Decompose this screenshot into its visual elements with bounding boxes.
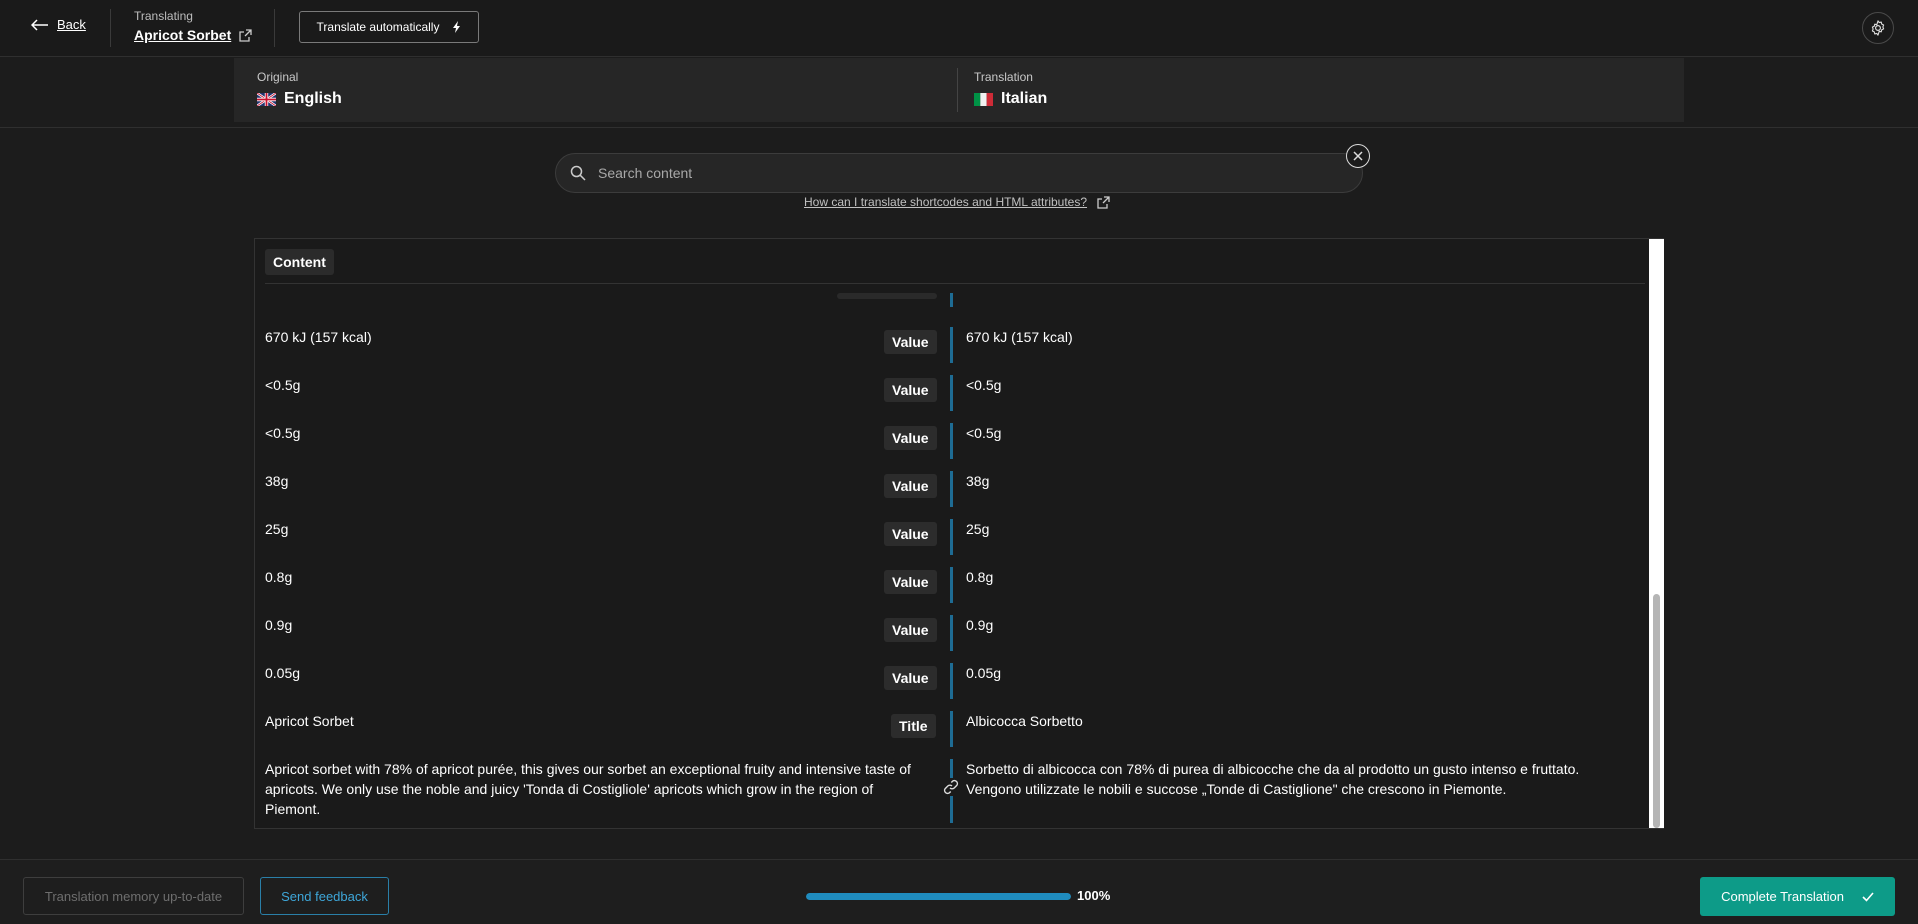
clear-search-button[interactable] [1346,144,1370,168]
search-bar [555,153,1363,193]
target-text[interactable]: 25g [966,519,989,539]
help-link[interactable]: How can I translate shortcodes and HTML … [804,195,1110,209]
content-panel: Content 670 kJ (157 kcal) Value 670 kJ (… [254,238,1664,829]
progress-bar [806,893,1071,900]
translating-info: Translating Apricot Sorbet [134,9,252,43]
original-language: Original English [257,70,342,108]
translation-memory-button: Translation memory up-to-date [23,877,244,915]
item-title: Apricot Sorbet [134,27,232,43]
link-icon [943,779,959,795]
target-text[interactable]: Albicocca Sorbetto [966,711,1083,731]
source-text: <0.5g [265,425,301,441]
field-type-badge: Value [884,570,937,594]
translation-field-indicator [950,327,953,363]
description-source: Apricot sorbet with 78% of apricot purée… [265,759,935,819]
close-icon [1353,151,1363,161]
field-type-badge: Value [884,378,937,402]
description-source-line: Apricot sorbet with 78% of apricot purée… [265,761,911,777]
footer-bar: Translation memory up-to-date Send feedb… [0,859,1918,924]
divider [265,283,1645,284]
source-text: 670 kJ (157 kcal) [265,329,372,345]
search-icon [570,165,586,181]
field-type-badge: Title [891,714,936,738]
external-link-icon [239,28,252,42]
translation-field-indicator [950,663,953,699]
translation-language-name: Italian [1001,90,1048,107]
help-link-label: How can I translate shortcodes and HTML … [804,195,1088,209]
target-text[interactable]: 0.8g [966,567,993,587]
source-text: 0.9g [265,617,293,633]
translation-field-indicator [950,293,953,307]
field-type-badge: Value [884,666,937,690]
description-target-line: Vengono utilizzate le nobili e succose „… [966,781,1507,797]
translation-label: Translation [974,70,1033,84]
field-type-badge: Value [884,474,937,498]
translate-automatically-button[interactable]: Translate automatically [299,11,479,43]
translation-field-indicator [950,375,953,411]
truncated-row-badge [837,293,937,299]
translation-rows: 670 kJ (157 kcal) Value 670 kJ (157 kcal… [255,293,1645,828]
progress-bar-fill [806,893,1071,900]
translation-field-indicator [950,423,953,459]
external-link-icon [1097,195,1110,209]
source-text: Apricot Sorbet [265,713,354,729]
divider [957,68,958,112]
content-tab[interactable]: Content [265,249,334,275]
arrow-left-icon [31,18,48,31]
translation-field-indicator [950,519,953,555]
translation-field-indicator [950,567,953,603]
description-target-line: Sorbetto di albicocca con 78% di purea d… [966,761,1580,777]
translation-field-indicator [950,711,953,747]
original-language-name: English [284,90,342,107]
divider [274,9,275,47]
translation-field-indicator [950,471,953,507]
source-text: 0.8g [265,569,293,585]
item-title-link[interactable]: Apricot Sorbet [134,27,252,43]
language-bar: Original English Translation Italian [0,58,1918,128]
complete-translation-label: Complete Translation [1721,889,1844,904]
scrollbar[interactable] [1649,239,1664,828]
target-text[interactable]: 670 kJ (157 kcal) [966,327,1073,347]
lightning-icon [453,21,461,33]
source-text: 25g [265,521,289,537]
field-type-badge: Value [884,618,937,642]
source-text: 0.05g [265,665,301,681]
description-source-line: apricots. We only use the noble and juic… [265,781,874,797]
target-text[interactable]: <0.5g [966,375,1001,395]
source-text: 38g [265,473,289,489]
field-type-badge: Value [884,426,937,450]
description-target[interactable]: Sorbetto di albicocca con 78% di purea d… [966,759,1626,799]
scrollbar-thumb[interactable] [1653,594,1660,828]
divider [110,9,111,47]
sync-link-button[interactable] [942,778,960,796]
complete-translation-button[interactable]: Complete Translation [1700,877,1895,916]
translation-language: Translation Italian [974,70,1047,108]
send-feedback-button[interactable]: Send feedback [260,877,389,915]
italy-flag-icon [974,92,993,106]
field-type-badge: Value [884,522,937,546]
translating-label: Translating [134,9,193,23]
gear-icon [1871,20,1885,36]
settings-button[interactable] [1862,12,1894,44]
language-panel: Original English Translation Italian [234,58,1684,122]
description-source-line: Piemont. [265,801,321,817]
translation-field-indicator [950,615,953,651]
checkmark-icon [1862,891,1874,902]
search-input[interactable] [598,165,1298,181]
source-text: <0.5g [265,377,301,393]
uk-flag-icon [257,92,276,106]
target-text[interactable]: 0.9g [966,615,993,635]
original-label: Original [257,70,299,84]
target-text[interactable]: 0.05g [966,663,1001,683]
progress-percent: 100% [1077,888,1111,903]
back-button[interactable]: Back [31,17,86,32]
target-text[interactable]: 38g [966,471,989,491]
target-text[interactable]: <0.5g [966,423,1001,443]
translate-automatically-label: Translate automatically [316,20,440,34]
field-type-badge: Value [884,330,937,354]
top-bar: Back Translating Apricot Sorbet Translat… [0,0,1918,57]
back-label: Back [57,17,86,32]
